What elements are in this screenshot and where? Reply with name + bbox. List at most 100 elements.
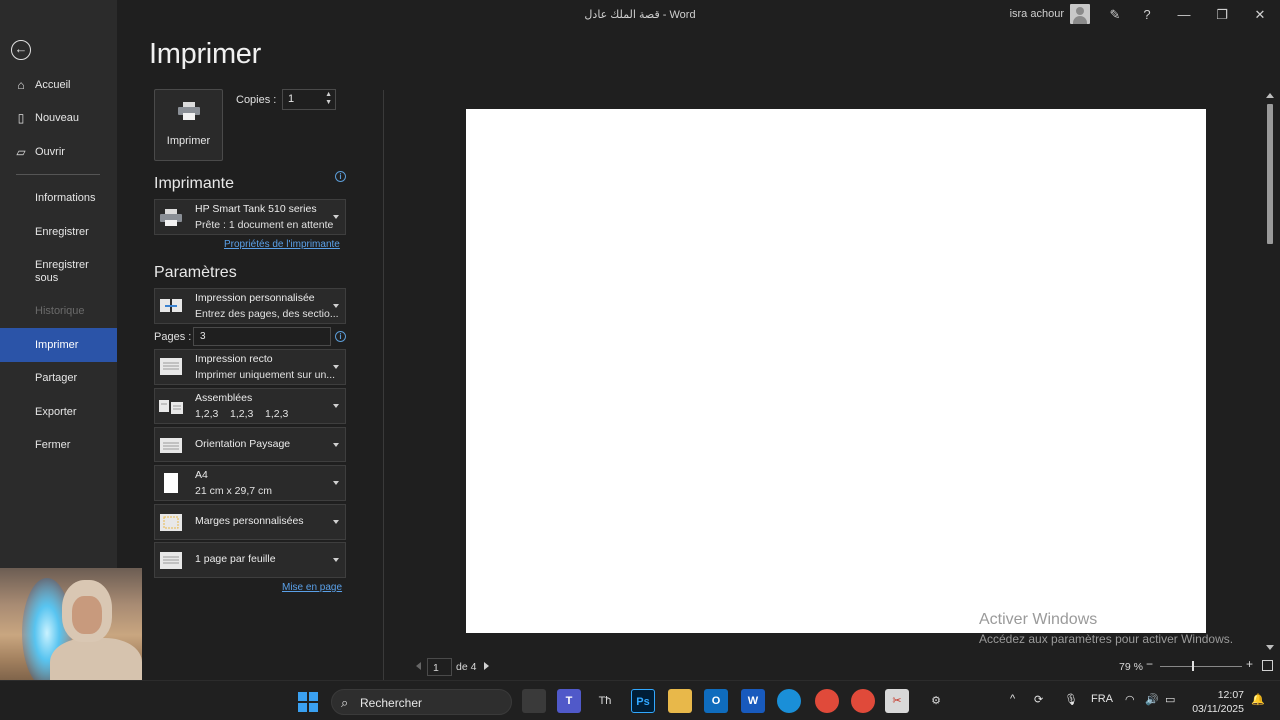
sidebar-item-informations[interactable]: Informations (0, 181, 117, 215)
sidebar-item-exporter[interactable]: Exporter (0, 395, 117, 429)
landscape-icon (160, 438, 182, 453)
volume-icon[interactable]: 🔊 (1145, 693, 1159, 706)
sidebar-item-enregistrer-sous[interactable]: Enregistrer sous (0, 254, 117, 288)
folder-open-icon: ▱ (16, 145, 26, 159)
scroll-up-icon[interactable] (1266, 93, 1274, 98)
zoom-to-page-icon[interactable] (1262, 660, 1273, 671)
margins-select[interactable]: Marges personnalisées (154, 504, 346, 540)
sides-select[interactable]: Impression recto Imprimer uniquement sur… (154, 349, 346, 385)
snipping-tool-icon[interactable]: ✂ (885, 689, 909, 713)
scroll-thumb[interactable] (1267, 104, 1273, 244)
printer-icon (160, 209, 182, 226)
sidebar-item-partager[interactable]: Partager (0, 361, 117, 395)
photoshop-icon[interactable]: Ps (631, 689, 655, 713)
one-sided-icon (160, 358, 182, 375)
page-title: Imprimer (149, 38, 261, 70)
sidebar-item-nouveau[interactable]: ▯ Nouveau (0, 101, 117, 135)
previous-page-icon[interactable] (416, 662, 421, 670)
margins-icon (160, 514, 182, 531)
chevron-down-icon (333, 404, 339, 408)
printer-properties-link[interactable]: Propriétés de l'imprimante (224, 239, 340, 250)
battery-icon[interactable]: ▭ (1165, 693, 1175, 706)
pages-per-sheet-icon (160, 552, 182, 569)
microphone-icon[interactable]: 🎙 (1064, 693, 1078, 706)
chevron-down-icon (333, 365, 339, 369)
user-name[interactable]: isra achour (1010, 8, 1064, 20)
printer-heading: Imprimante (154, 175, 235, 192)
pen-icon[interactable]: ✎ (1106, 6, 1124, 24)
page-count: de 4 (456, 661, 477, 673)
paper-size-select[interactable]: A4 21 cm x 29,7 cm (154, 465, 346, 501)
sidebar-item-enregistrer[interactable]: Enregistrer (0, 215, 117, 249)
outlook-icon[interactable]: O (704, 689, 728, 713)
pages-per-sheet-select[interactable]: 1 page par feuille (154, 542, 346, 578)
chevron-down-icon (333, 558, 339, 562)
language-indicator[interactable]: FRA (1091, 693, 1113, 705)
collated-icon (159, 400, 183, 414)
teams-icon[interactable]: T (557, 689, 581, 713)
print-range-select[interactable]: Impression personnalisée Entrez des page… (154, 288, 346, 324)
chevron-down-icon (333, 215, 339, 219)
print-button[interactable]: Imprimer (154, 89, 223, 161)
user-avatar-icon[interactable] (1070, 4, 1090, 24)
new-doc-icon: ▯ (17, 111, 25, 125)
chevron-down-icon (333, 304, 339, 308)
file-explorer-icon[interactable] (668, 689, 692, 713)
pages-input[interactable]: 3 (193, 327, 331, 346)
back-arrow-icon[interactable]: ← (11, 40, 31, 60)
sidebar-item-imprimer[interactable]: Imprimer (0, 328, 117, 362)
chrome-icon[interactable] (815, 689, 839, 713)
sidebar-item-historique: Historique (35, 305, 85, 317)
sync-icon[interactable]: ⟳ (1034, 693, 1043, 706)
page-setup-link[interactable]: Mise en page (282, 582, 342, 593)
copies-spinner[interactable]: ▲ ▼ (325, 91, 332, 107)
text-app-icon[interactable]: Tħ (593, 689, 617, 713)
collate-select[interactable]: Assemblées 1,2,3 1,2,3 1,2,3 (154, 388, 346, 424)
sidebar-item-ouvrir[interactable]: ▱ Ouvrir (0, 135, 117, 169)
extra-app-icon[interactable]: ⚙ (924, 689, 948, 713)
windows-taskbar: ⌕ Rechercher T Tħ Ps O W ✂ ⚙ ^ ⟳ 🎙 FRA ◠… (0, 680, 1280, 720)
task-view-icon[interactable] (522, 689, 546, 713)
sidebar-divider (16, 174, 100, 175)
next-page-icon[interactable] (484, 662, 489, 670)
home-icon: ⌂ (17, 78, 25, 92)
word-icon[interactable]: W (741, 689, 765, 713)
notification-icon[interactable]: 🔔 (1251, 693, 1265, 706)
paper-icon (164, 473, 178, 493)
chevron-down-icon (333, 520, 339, 524)
windows-start-icon[interactable] (298, 692, 318, 712)
taskbar-clock[interactable]: 12:07 03/11/2025 (1192, 688, 1244, 716)
minimize-button[interactable]: — (1165, 0, 1203, 30)
pages-label: Pages : (154, 331, 192, 343)
restore-button[interactable]: ❐ (1203, 0, 1241, 30)
chevron-down-icon (333, 442, 339, 447)
printer-select[interactable]: HP Smart Tank 510 series Prête : 1 docum… (154, 199, 346, 235)
tray-overflow-icon[interactable]: ^ (1010, 693, 1015, 705)
zoom-out-button[interactable]: − (1146, 657, 1153, 671)
zoom-level[interactable]: 79 % (1119, 661, 1143, 673)
zoom-in-button[interactable]: + (1246, 657, 1253, 671)
info-icon[interactable]: i (335, 171, 346, 182)
sidebar-item-fermer[interactable]: Fermer (0, 428, 117, 462)
copies-label: Copies : (236, 94, 277, 106)
edge-icon[interactable] (777, 689, 801, 713)
printer-icon (178, 102, 200, 120)
zoom-slider[interactable] (1160, 666, 1242, 667)
orientation-select[interactable]: Orientation Paysage (154, 427, 346, 462)
close-button[interactable]: ✕ (1241, 0, 1279, 30)
sidebar-item-accueil[interactable]: ⌂ Accueil (0, 68, 117, 102)
page-number-input[interactable]: 1 (427, 658, 452, 676)
chrome-profile-icon[interactable] (851, 689, 875, 713)
zoom-slider-thumb[interactable] (1192, 661, 1194, 671)
help-icon[interactable]: ? (1138, 6, 1156, 24)
preview-scrollbar[interactable] (1264, 90, 1276, 654)
webcam-overlay-image (0, 568, 142, 690)
preview-page (466, 109, 1206, 633)
info-icon[interactable]: i (335, 331, 346, 342)
scroll-down-icon[interactable] (1266, 645, 1274, 650)
copies-input[interactable]: 1 ▲ ▼ (282, 89, 336, 110)
wifi-icon[interactable]: ◠ (1125, 693, 1135, 706)
taskbar-search[interactable]: ⌕ Rechercher (331, 689, 512, 715)
settings-heading: Paramètres (154, 264, 237, 281)
activate-windows-watermark: Activer Windows Accédez aux paramètres p… (979, 611, 1234, 646)
